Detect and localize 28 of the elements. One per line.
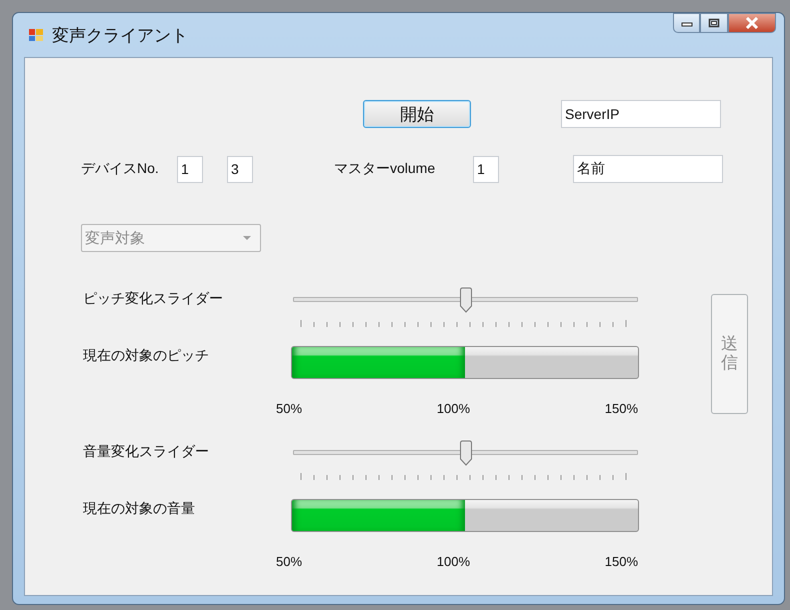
- dropdown-caret-icon: [242, 235, 252, 241]
- slider-label: 音量変化スライダー: [83, 442, 210, 461]
- master-volume-field[interactable]: 1: [473, 156, 499, 182]
- scale-label: 50%: [276, 401, 302, 417]
- app-icon: [28, 27, 44, 43]
- meter-label: 現在の対象のピッチ: [83, 346, 210, 364]
- device-number-label: デバイスNo.: [81, 160, 160, 178]
- maximize-button[interactable]: [700, 13, 728, 33]
- scale-label: 100%: [436, 554, 470, 570]
- maximize-icon: [708, 18, 720, 28]
- server-ip-field[interactable]: ServerIP: [561, 100, 721, 128]
- scale-label: 150%: [604, 401, 638, 417]
- master-volume-label: マスターvolume: [334, 160, 436, 178]
- slider-thumb[interactable]: [458, 287, 472, 313]
- close-icon: [745, 17, 759, 29]
- device-number-field[interactable]: 1: [177, 156, 203, 182]
- window-title: 変声クライアント: [52, 24, 188, 46]
- scale-label: 100%: [436, 401, 470, 417]
- start-button[interactable]: 開始: [363, 100, 471, 128]
- minimize-button[interactable]: [673, 13, 700, 33]
- name-field[interactable]: 名前: [573, 155, 723, 183]
- slider-thumb[interactable]: [458, 440, 472, 466]
- close-button[interactable]: [728, 13, 776, 33]
- slider-label: ピッチ変化スライダー: [83, 289, 224, 308]
- device-number-field[interactable]: 3: [227, 156, 253, 182]
- scale-label: 150%: [604, 554, 638, 570]
- scale-label: 50%: [276, 554, 302, 570]
- meter-label: 現在の対象の音量: [83, 500, 196, 518]
